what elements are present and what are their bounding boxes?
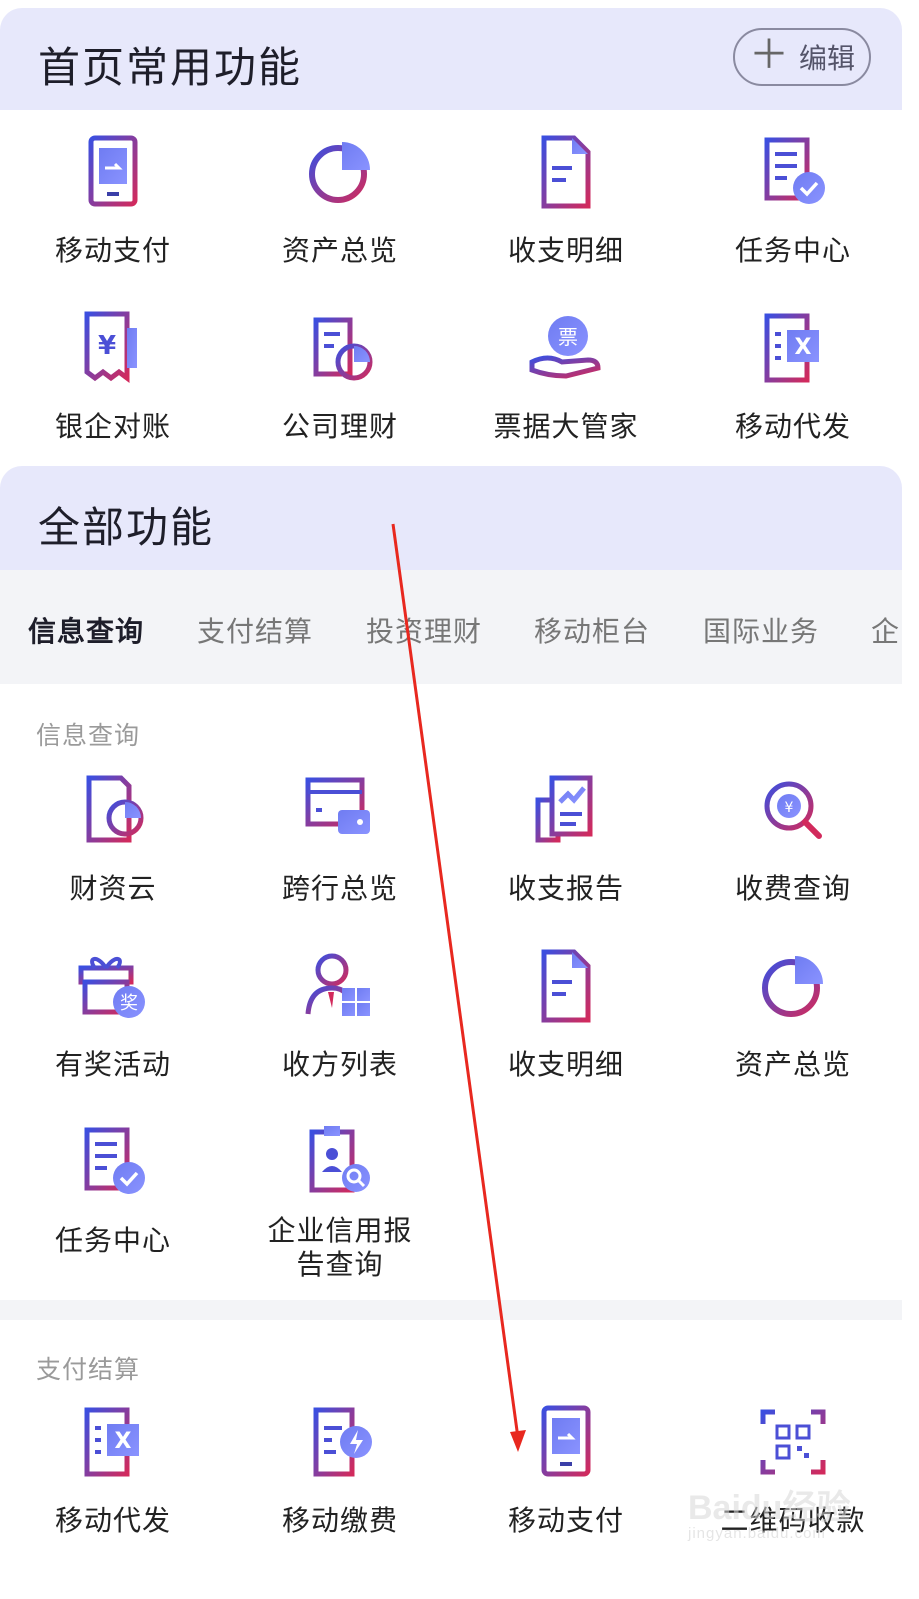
home-item-mobile-payroll[interactable]: X 移动代发	[680, 310, 906, 444]
pay-item-mobile-payroll[interactable]: X 移动代发	[0, 1404, 226, 1538]
item-label: 收费查询	[734, 872, 851, 905]
watermark-url: jingyan.baidu.com	[688, 1525, 826, 1542]
home-section-title: 首页常用功能	[38, 43, 303, 92]
item-label: 移动代发	[54, 1504, 171, 1537]
tab-payment-settlement[interactable]: 支付结算	[197, 610, 313, 650]
bill-hand-icon: 票	[529, 316, 601, 379]
info-item-treasury-cloud[interactable]: 财资云	[0, 772, 226, 906]
home-item-mobile-pay[interactable]: 移动支付	[0, 134, 226, 268]
home-section-header: 首页常用功能 ＋ 编辑	[0, 8, 902, 110]
category-tabs: 信息查询 支付结算 投资理财 移动柜台 国际业务 企	[0, 570, 902, 684]
item-label: 财资云	[69, 872, 157, 905]
tab-mobile-counter[interactable]: 移动柜台	[534, 610, 650, 650]
user-grid-icon	[305, 953, 370, 1016]
item-label: 收支明细	[507, 1048, 624, 1081]
home-item-bill-manager[interactable]: 票 票据大管家	[453, 310, 679, 444]
svg-text:X: X	[795, 335, 812, 360]
lightning-doc-icon	[313, 1407, 372, 1477]
baidu-watermark: Baidu经验 jingyan.baidu.com	[688, 1480, 888, 1550]
item-label: 任务中心	[54, 1224, 171, 1257]
item-label: 收方列表	[281, 1048, 398, 1081]
info-item-asset-overview[interactable]: 资产总览	[680, 948, 906, 1082]
tab-international[interactable]: 国际业务	[703, 610, 819, 650]
item-label: 移动缴费	[281, 1504, 398, 1537]
edit-button[interactable]: ＋ 编辑	[733, 28, 871, 86]
info-item-task-center[interactable]: 任务中心	[0, 1124, 226, 1258]
wallet-card-icon	[305, 777, 370, 834]
plus-icon: ＋	[748, 32, 789, 78]
item-label: 资产总览	[281, 234, 398, 267]
section-label-info-query: 信息查询	[36, 721, 141, 750]
report-chart-icon	[535, 775, 593, 843]
item-label-line2: 告查询	[296, 1248, 384, 1281]
document-icon	[541, 135, 591, 209]
item-label: 任务中心	[734, 234, 851, 267]
item-label: 移动支付	[507, 1504, 624, 1537]
home-item-task-center[interactable]: 任务中心	[680, 134, 906, 268]
home-item-asset-overview[interactable]: 资产总览	[227, 134, 453, 268]
svg-text:¥: ¥	[98, 331, 116, 361]
all-section-title: 全部功能	[38, 503, 215, 552]
yuan-search-icon: ¥	[764, 781, 822, 839]
info-item-credit-report[interactable]: 企业信用报 告查询	[227, 1124, 453, 1282]
section-divider	[0, 1300, 902, 1320]
item-label: 跨行总览	[281, 872, 398, 905]
tab-info-query[interactable]: 信息查询	[28, 610, 144, 650]
all-section-header: 全部功能	[0, 466, 902, 570]
cloud-doc-icon	[86, 775, 144, 843]
info-item-cross-bank[interactable]: 跨行总览	[227, 772, 453, 906]
yuan-receipt-icon: ¥	[84, 311, 137, 383]
item-label: 资产总览	[734, 1048, 851, 1081]
info-item-income-report[interactable]: 收支报告	[453, 772, 679, 906]
excel-doc-icon: X	[764, 313, 819, 383]
task-check-icon	[764, 137, 825, 204]
credit-report-icon	[309, 1126, 370, 1193]
excel-doc-icon: X	[84, 1407, 139, 1477]
info-item-prize-activity[interactable]: 奖 有奖活动	[0, 948, 226, 1082]
watermark-brand: Baidu经验	[688, 1489, 851, 1527]
home-item-company-finance[interactable]: 公司理财	[227, 310, 453, 444]
item-label: 票据大管家	[493, 410, 639, 443]
pie-chart-icon	[309, 142, 370, 203]
svg-text:奖: 奖	[120, 993, 138, 1014]
item-label: 移动支付	[54, 234, 171, 267]
svg-text:票: 票	[558, 325, 578, 349]
pay-item-mobile-bill-pay[interactable]: 移动缴费	[227, 1404, 453, 1538]
tab-enterprise-truncated[interactable]: 企	[871, 610, 900, 650]
item-label: 移动代发	[734, 410, 851, 443]
qr-code-icon	[760, 1409, 826, 1475]
svg-text:X: X	[115, 1429, 132, 1454]
svg-text:¥: ¥	[785, 800, 794, 816]
item-label: 有奖活动	[54, 1048, 171, 1081]
item-label: 公司理财	[281, 410, 398, 443]
task-check-icon	[84, 1127, 145, 1194]
tab-investment[interactable]: 投资理财	[366, 610, 482, 650]
document-icon	[541, 949, 591, 1023]
pie-chart-icon	[762, 956, 823, 1017]
item-label: 企业信用报	[267, 1214, 413, 1247]
edit-label: 编辑	[798, 42, 855, 75]
gift-icon: 奖	[78, 957, 145, 1018]
item-label: 收支报告	[507, 872, 624, 905]
mobile-pay-icon	[88, 135, 138, 207]
pay-item-mobile-pay[interactable]: 移动支付	[453, 1404, 679, 1538]
home-item-bank-reconcile[interactable]: ¥ 银企对账	[0, 310, 226, 444]
home-item-income-detail[interactable]: 收支明细	[453, 134, 679, 268]
info-item-income-detail[interactable]: 收支明细	[453, 948, 679, 1082]
finance-doc-icon	[313, 317, 373, 381]
section-label-payment-settlement: 支付结算	[36, 1355, 141, 1384]
info-item-payee-list[interactable]: 收方列表	[227, 948, 453, 1082]
item-label: 银企对账	[54, 410, 171, 443]
info-item-fee-query[interactable]: ¥ 收费查询	[680, 772, 906, 906]
item-label: 收支明细	[507, 234, 624, 267]
mobile-pay-icon	[541, 1405, 591, 1477]
